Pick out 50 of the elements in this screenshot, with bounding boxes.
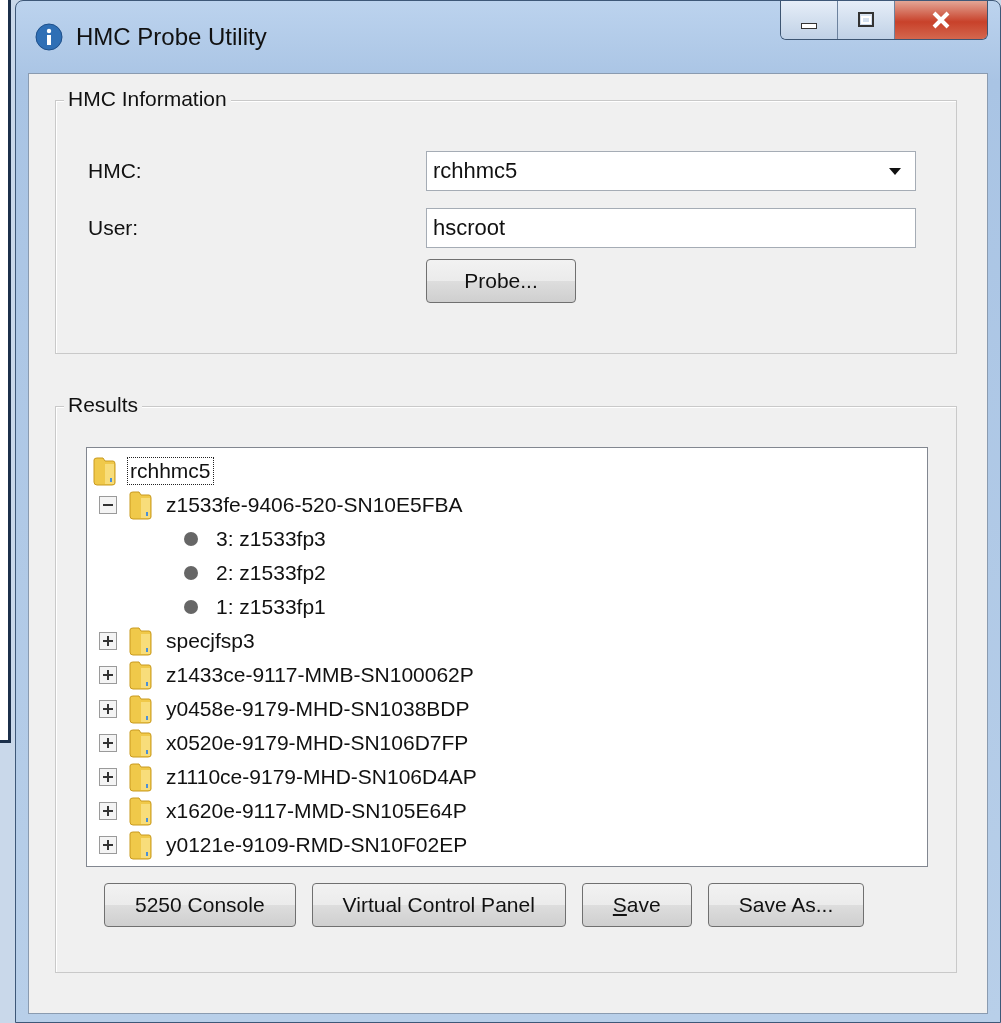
- expand-icon[interactable]: [99, 734, 117, 752]
- tree-item[interactable]: x0520e-9179-MHD-SN106D7FP: [163, 729, 472, 757]
- dot-icon: [183, 565, 199, 581]
- close-icon: [930, 10, 952, 30]
- text-field[interactable]: hscroot: [426, 208, 916, 248]
- folder-icon: [127, 796, 153, 826]
- tree-item[interactable]: 1: z1533fp1: [213, 593, 329, 621]
- tree-item[interactable]: z1433ce-9117-MMB-SN100062P: [163, 661, 477, 689]
- folder-icon: [127, 694, 153, 724]
- expand-icon[interactable]: [99, 700, 117, 718]
- expand-icon[interactable]: [99, 632, 117, 650]
- info-icon: [34, 22, 64, 52]
- folder-icon: [127, 660, 153, 690]
- field-label: User:: [88, 216, 140, 240]
- tree-item[interactable]: z1110ce-9179-MHD-SN106D4AP: [163, 763, 480, 791]
- folder-icon: [127, 762, 153, 792]
- collapse-icon[interactable]: [99, 496, 117, 514]
- tree-item[interactable]: y0121e-9109-RMD-SN10F02EP: [163, 831, 471, 859]
- folder-icon: [127, 728, 153, 758]
- dot-icon: [183, 531, 199, 547]
- tree-item[interactable]: rchhmc5: [127, 457, 214, 485]
- tree-item[interactable]: 3: z1533fp3: [213, 525, 329, 553]
- dropdown-field[interactable]: rchhmc5: [426, 151, 916, 191]
- action-button[interactable]: Save: [581, 883, 692, 927]
- tree-item[interactable]: x1620e-9117-MMD-SN105E64P: [163, 797, 470, 825]
- window-title: HMC Probe Utility: [76, 23, 267, 51]
- minimize-button[interactable]: [781, 1, 838, 39]
- tree-item[interactable]: 2: z1533fp2: [213, 559, 329, 587]
- tree-item[interactable]: z1533fe-9406-520-SN10E5FBA: [163, 491, 466, 519]
- maximize-button[interactable]: [838, 1, 895, 39]
- dropdown-arrow-icon: [887, 166, 903, 176]
- action-button[interactable]: Virtual Control Panel: [311, 883, 566, 927]
- tree-item[interactable]: specjfsp3: [163, 627, 258, 655]
- probe-button[interactable]: Probe...: [426, 259, 576, 303]
- minimize-icon: [801, 23, 817, 29]
- expand-icon[interactable]: [99, 836, 117, 854]
- action-button[interactable]: 5250 Console: [104, 883, 296, 927]
- maximize-icon: [856, 10, 876, 30]
- field-label: HMC:: [88, 159, 143, 183]
- folder-icon: [91, 456, 117, 486]
- action-button[interactable]: Save As...: [707, 883, 865, 927]
- dot-icon: [183, 599, 199, 615]
- close-button[interactable]: [895, 1, 987, 39]
- folder-icon: [127, 490, 153, 520]
- expand-icon[interactable]: [99, 666, 117, 684]
- expand-icon[interactable]: [99, 768, 117, 786]
- expand-icon[interactable]: [99, 802, 117, 820]
- folder-icon: [127, 830, 153, 860]
- tree-item[interactable]: y0458e-9179-MHD-SN1038BDP: [163, 695, 473, 723]
- folder-icon: [127, 626, 153, 656]
